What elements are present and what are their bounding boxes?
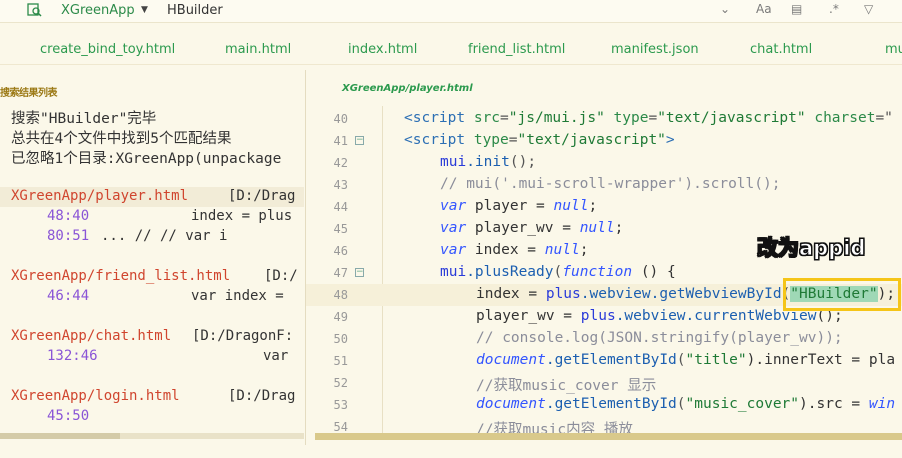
result-file[interactable]: XGreenApp/login.html [D:/Drag <box>0 387 304 407</box>
tab-index[interactable]: index.html <box>348 42 417 57</box>
search-input[interactable]: HBuilder <box>167 3 223 18</box>
match-case-icon[interactable]: Aa <box>756 2 772 16</box>
fold-toggle-icon[interactable]: − <box>355 268 364 277</box>
project-search-icon[interactable] <box>27 3 42 17</box>
status-bar <box>0 445 902 458</box>
code-line[interactable]: 53 document.getElementById("music_cover"… <box>306 394 902 416</box>
result-match[interactable]: 132:46 var <box>0 347 304 367</box>
code-comment: //获取music内容 播放 <box>476 422 633 433</box>
result-file[interactable]: XGreenApp/chat.html [D:/DragonF: <box>0 327 304 347</box>
search-results-panel: 搜索结果列表 搜索"HBuilder"完毕 总共在4个文件中找到5个匹配结果 已… <box>0 70 304 445</box>
fold-toggle-icon[interactable]: − <box>355 136 364 145</box>
tab-create-bind-toy[interactable]: create_bind_toy.html <box>40 42 175 57</box>
line-number: 53 <box>333 398 348 412</box>
tab-friend-list[interactable]: friend_list.html <box>468 42 565 57</box>
result-file-path: [D:/Drag <box>228 188 296 204</box>
result-file[interactable]: XGreenApp/friend_list.html [D:/ <box>0 267 304 287</box>
code-line[interactable]: 50 // console.log(JSON.stringify(player_… <box>306 328 902 350</box>
summary-line: 搜索"HBuilder"完毕 <box>11 111 157 127</box>
result-file-name: XGreenApp/player.html <box>11 188 189 204</box>
tab-overflow[interactable]: mu <box>885 42 902 57</box>
code-line[interactable]: 43 // mui('.mui-scroll-wrapper').scroll(… <box>306 174 902 196</box>
whole-word-icon[interactable]: ▤ <box>791 2 802 16</box>
match-code: index = plus <box>191 208 293 224</box>
result-file-name: XGreenApp/chat.html <box>11 328 172 344</box>
code-line[interactable]: 40 <script src="js/mui.js" type="text/ja… <box>306 108 902 130</box>
match-code: ... // // var i <box>101 228 228 244</box>
tab-main[interactable]: main.html <box>225 42 291 57</box>
match-code: var index = <box>191 288 284 304</box>
match-position: 48:40 <box>47 208 90 224</box>
code-text: <script src="js/mui.js" type="text/javas… <box>404 110 893 126</box>
result-file-name: XGreenApp/friend_list.html <box>11 268 231 284</box>
scrollbar-thumb[interactable] <box>315 433 902 440</box>
result-file-name: XGreenApp/login.html <box>11 388 180 404</box>
match-position: 45:50 <box>47 408 90 424</box>
top-toolbar: XGreenApp ▼ HBuilder ⌄ Aa ▤ .* ▽ <box>0 0 902 23</box>
result-match[interactable]: 48:40 index = plus <box>0 207 304 227</box>
summary-line: 已忽略1个目录:XGreenApp(unpackage <box>11 151 282 167</box>
summary-line: 总共在4个文件中找到5个匹配结果 <box>11 131 232 147</box>
result-match[interactable]: 80:51 ... // // var i <box>0 227 304 247</box>
annotation-callout: 改为appid <box>756 236 866 261</box>
line-number: 54 <box>333 420 348 433</box>
editor-horizontal-scrollbar[interactable] <box>315 433 902 440</box>
code-comment: // mui('.mui-scroll-wrapper').scroll(); <box>440 176 781 192</box>
line-number: 42 <box>333 156 348 170</box>
line-number: 47 <box>333 266 348 280</box>
match-position: 80:51 <box>47 228 90 244</box>
code-text: document.getElementById("music_cover").s… <box>476 396 896 412</box>
code-line[interactable]: 42 mui.init(); <box>306 152 902 174</box>
code-comment: // console.log(JSON.stringify(player_wv)… <box>476 330 843 346</box>
line-number: 40 <box>333 112 348 126</box>
scrollbar-thumb[interactable] <box>0 433 120 439</box>
code-line[interactable]: 52 //获取music_cover 显示 <box>306 372 902 394</box>
code-text: document.getElementById("title").innerTe… <box>476 352 896 368</box>
editor-tabs: create_bind_toy.html main.html index.htm… <box>0 34 902 65</box>
match-position: 132:46 <box>47 348 98 364</box>
result-file-path: [D:/Drag <box>228 388 296 404</box>
regex-icon[interactable]: .* <box>829 2 839 16</box>
filter-icon[interactable]: ▽ <box>864 2 873 16</box>
project-dropdown-icon[interactable]: ▼ <box>141 5 148 15</box>
line-number: 51 <box>333 354 348 368</box>
result-match[interactable]: 45:50 <box>0 407 304 427</box>
line-number: 50 <box>333 332 348 346</box>
line-number: 46 <box>333 244 348 258</box>
panel-title: 搜索结果列表 <box>0 88 58 99</box>
code-line[interactable]: 41 − <script type="text/javascript"> <box>306 130 902 152</box>
editor-file-header: XGreenApp/player.html <box>342 83 473 94</box>
match-position: 46:44 <box>47 288 90 304</box>
line-number: 45 <box>333 222 348 236</box>
line-number: 52 <box>333 376 348 390</box>
result-file-path: [D:/DragonF: <box>192 328 294 344</box>
code-text: var index = null; <box>440 242 589 258</box>
code-text: var player = null; <box>440 198 598 214</box>
code-line[interactable]: 51 document.getElementById("title").inne… <box>306 350 902 372</box>
chevron-down-icon[interactable]: ⌄ <box>720 2 730 16</box>
tab-chat[interactable]: chat.html <box>750 42 812 57</box>
results-horizontal-scrollbar[interactable] <box>0 433 304 439</box>
project-selector[interactable]: XGreenApp <box>61 3 135 18</box>
line-number: 43 <box>333 178 348 192</box>
line-number: 41 <box>333 134 348 148</box>
code-comment: //获取music_cover 显示 <box>476 378 657 394</box>
result-file-path: [D:/ <box>264 268 298 284</box>
result-file[interactable]: XGreenApp/player.html [D:/Drag <box>0 187 304 207</box>
code-text: mui.plusReady(function () { <box>440 264 676 280</box>
code-text: <script type="text/javascript"> <box>404 132 675 148</box>
code-text: var player_wv = null; <box>440 220 624 236</box>
line-number: 49 <box>333 310 348 324</box>
code-line[interactable]: 44 var player = null; <box>306 196 902 218</box>
line-number: 44 <box>333 200 348 214</box>
tab-manifest[interactable]: manifest.json <box>611 42 699 57</box>
annotation-highlight-box <box>783 278 901 311</box>
code-line[interactable]: 54 //获取music内容 播放 <box>306 416 902 433</box>
result-match[interactable]: 46:44 var index = <box>0 287 304 307</box>
match-code: var <box>263 348 289 364</box>
code-text: mui.init(); <box>440 154 537 170</box>
line-number: 48 <box>333 288 348 302</box>
